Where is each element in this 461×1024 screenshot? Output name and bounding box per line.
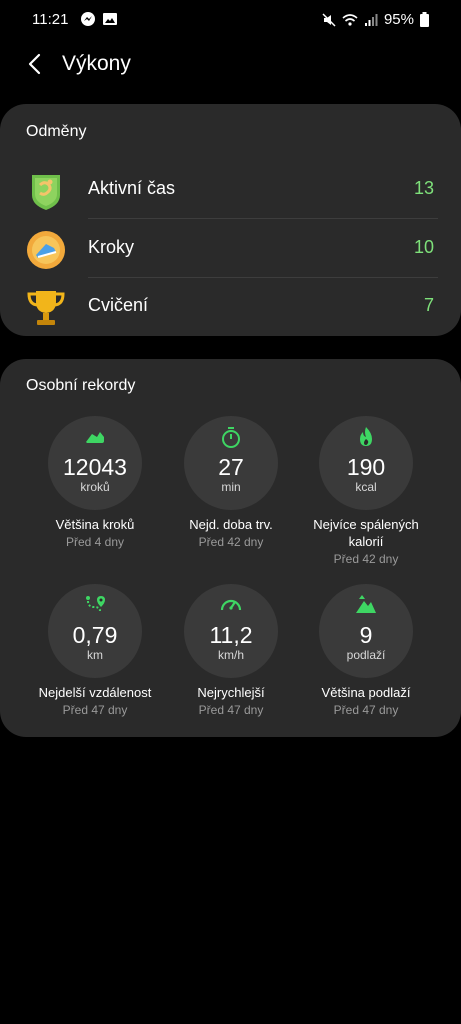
reward-count: 7 bbox=[423, 295, 434, 315]
shoe-icon bbox=[86, 432, 104, 443]
record-unit: km bbox=[87, 648, 103, 662]
record-label: Nejvíce spálených kalorií bbox=[313, 517, 419, 549]
divider bbox=[88, 218, 438, 219]
record-value: 190 bbox=[346, 454, 386, 480]
stopwatch-icon bbox=[222, 427, 240, 448]
record-value: 27 bbox=[218, 454, 244, 480]
record-label: Většina kroků bbox=[55, 517, 135, 532]
battery-percent: 95% bbox=[383, 11, 414, 28]
record-longest-distance[interactable]: 0,79 km Nejdelší vzdálenost Před 47 dny bbox=[27, 584, 163, 719]
reward-label: Aktivní čas bbox=[88, 178, 176, 198]
wifi-icon bbox=[342, 13, 358, 26]
messenger-icon bbox=[81, 12, 95, 26]
rewards-title: Odměny bbox=[26, 123, 87, 140]
route-icon bbox=[86, 596, 105, 612]
record-label: Většina podlaží bbox=[321, 685, 411, 700]
record-date: Před 42 dny bbox=[198, 535, 264, 549]
record-label: Nejdelší vzdálenost bbox=[38, 685, 152, 700]
status-bar: 11:21 95% bbox=[0, 0, 461, 40]
reward-row-steps[interactable]: Kroky 10 bbox=[0, 220, 461, 278]
record-unit: km/h bbox=[217, 648, 244, 662]
record-unit: kroků bbox=[80, 480, 110, 494]
record-value: 11,2 bbox=[209, 622, 253, 648]
back-arrow-icon[interactable] bbox=[22, 50, 50, 78]
record-value: 12043 bbox=[63, 454, 127, 480]
record-unit: kcal bbox=[355, 480, 377, 494]
record-date: Před 4 dny bbox=[65, 535, 125, 549]
record-most-floors[interactable]: 9 podlaží Většina podlaží Před 47 dny bbox=[298, 584, 434, 719]
flame-icon bbox=[360, 427, 372, 446]
reward-row-exercise[interactable]: Cvičení 7 bbox=[0, 278, 461, 336]
speedometer-icon bbox=[220, 599, 242, 611]
trophy-icon bbox=[27, 291, 65, 325]
rewards-card: Odměny Aktivní čas 13 Kroky 10 Cvičení 7 bbox=[0, 104, 461, 336]
record-value: 9 bbox=[359, 622, 373, 648]
status-time: 11:21 bbox=[32, 11, 69, 28]
record-label: Nejd. doba trv. bbox=[189, 517, 273, 532]
reward-count: 10 bbox=[413, 237, 434, 257]
mountain-icon bbox=[356, 595, 376, 613]
record-date: Před 47 dny bbox=[333, 703, 399, 717]
records-title: Osobní rekordy bbox=[26, 377, 136, 394]
record-most-steps[interactable]: 12043 kroků Většina kroků Před 4 dny bbox=[27, 416, 163, 551]
active-time-badge-icon bbox=[32, 175, 60, 210]
app-header: Výkony bbox=[0, 44, 461, 84]
record-value: 0,79 bbox=[72, 622, 118, 648]
signal-icon bbox=[364, 13, 378, 26]
record-unit: podlaží bbox=[346, 648, 386, 662]
reward-row-active-time[interactable]: Aktivní čas 13 bbox=[0, 161, 461, 219]
mute-icon bbox=[322, 12, 336, 27]
record-date: Před 42 dny bbox=[333, 552, 399, 566]
record-fastest[interactable]: 11,2 km/h Nejrychlejší Před 47 dny bbox=[163, 584, 299, 719]
record-date: Před 47 dny bbox=[62, 703, 128, 717]
reward-label: Kroky bbox=[88, 237, 135, 257]
record-unit: min bbox=[221, 480, 241, 494]
record-most-calories[interactable]: 190 kcal Nejvíce spálených kalorií Před … bbox=[298, 416, 434, 568]
battery-icon bbox=[420, 12, 429, 27]
personal-records-card: Osobní rekordy 12043 kroků Většina kroků… bbox=[0, 359, 461, 737]
reward-count: 13 bbox=[413, 178, 434, 198]
record-date: Před 47 dny bbox=[198, 703, 264, 717]
record-longest-duration[interactable]: 27 min Nejd. doba trv. Před 42 dny bbox=[163, 416, 299, 551]
steps-badge-icon bbox=[27, 231, 65, 269]
gallery-icon bbox=[103, 13, 117, 25]
page-title: Výkony bbox=[62, 52, 131, 75]
reward-label: Cvičení bbox=[88, 295, 149, 315]
record-label: Nejrychlejší bbox=[197, 685, 265, 700]
